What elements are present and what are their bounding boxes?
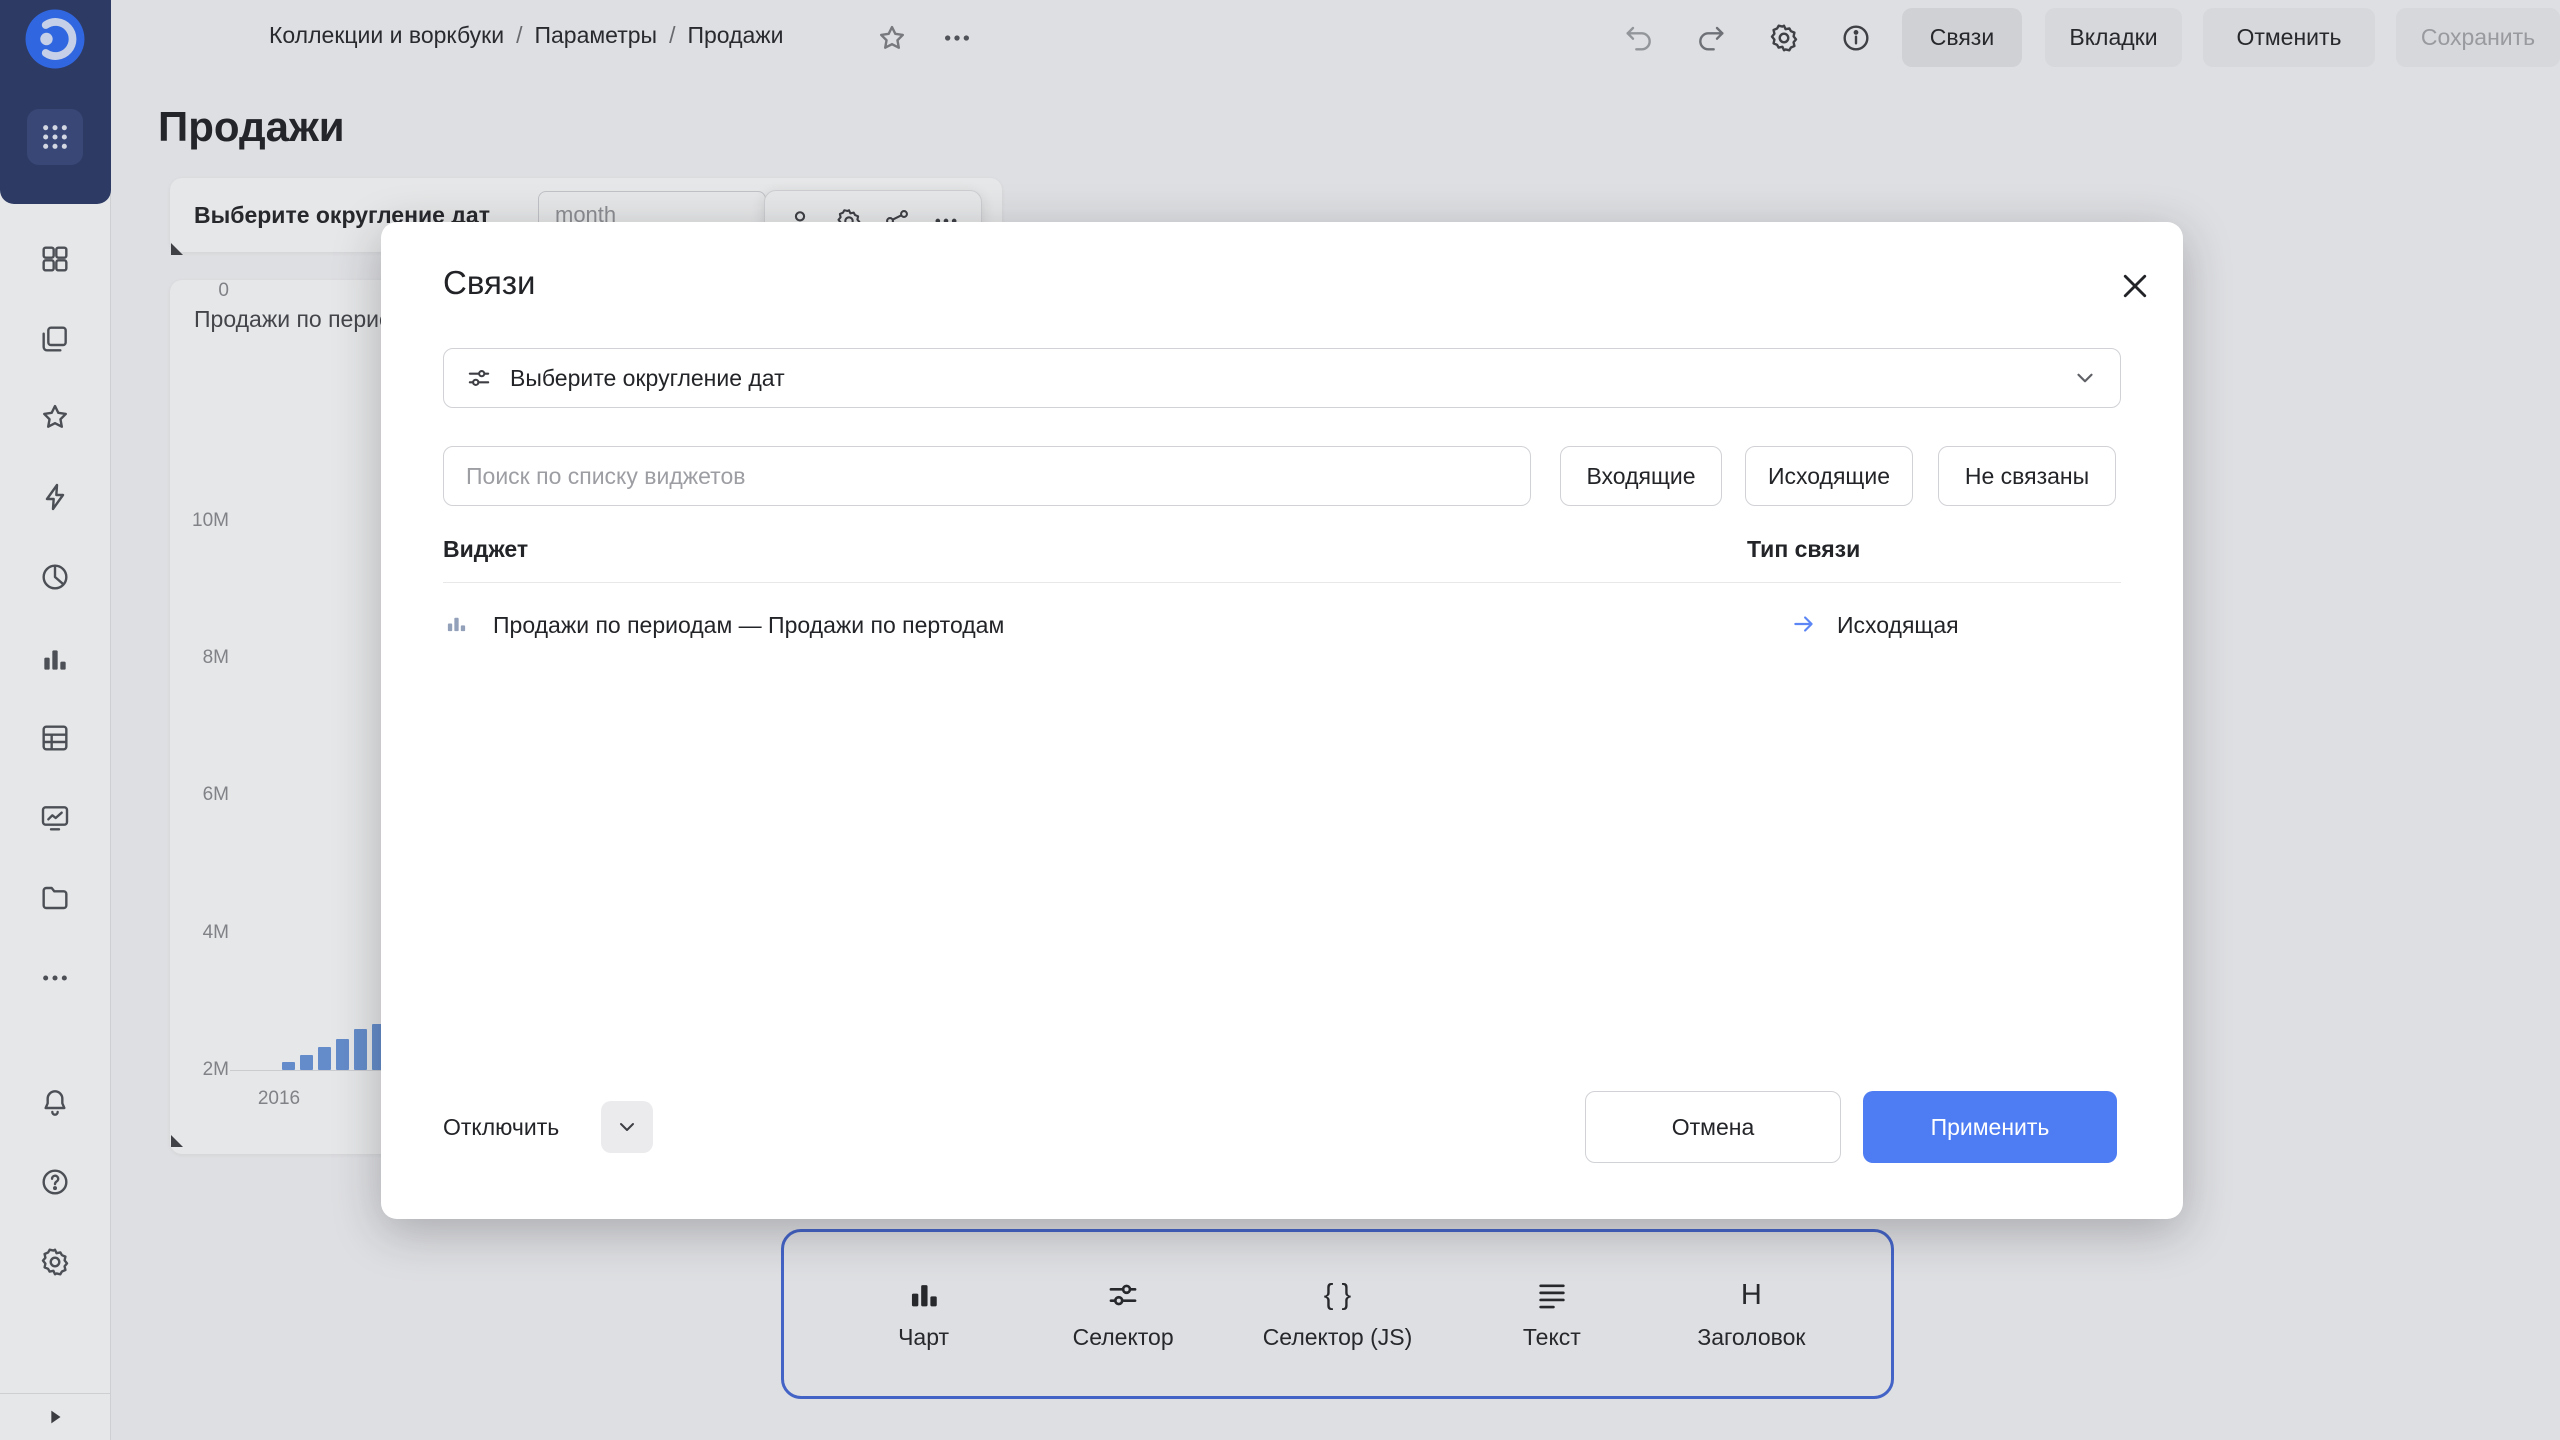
filter-incoming-button[interactable]: Входящие [1560, 446, 1722, 506]
column-header-widget: Виджет [443, 536, 528, 563]
param-selector-dropdown[interactable]: Выберите округление дат [443, 348, 2121, 408]
disconnect-dropdown-button[interactable] [601, 1101, 653, 1153]
widget-name: Продажи по периодам — Продажи по пертода… [493, 612, 1004, 639]
chevron-down-icon [615, 1115, 639, 1139]
chevron-down-icon [2072, 365, 2098, 391]
sliders-icon [466, 365, 492, 391]
close-icon [2117, 268, 2153, 304]
cancel-button[interactable]: Отмена [1585, 1091, 1841, 1163]
filter-outgoing-button[interactable]: Исходящие [1745, 446, 1913, 506]
param-selector-value: Выберите округление дат [510, 365, 785, 392]
relations-dialog: Связи Выберите округление дат Входящие И… [381, 222, 2183, 1219]
widget-search-input[interactable] [443, 446, 1531, 506]
arrow-right-icon [1791, 611, 1817, 637]
table-divider [443, 582, 2121, 583]
dialog-title: Связи [443, 264, 535, 302]
chart-icon [445, 612, 468, 635]
relation-type: Исходящая [1837, 612, 1959, 639]
column-header-relation-type: Тип связи [1747, 536, 1860, 563]
filter-unlinked-button[interactable]: Не связаны [1938, 446, 2116, 506]
close-button[interactable] [2117, 268, 2153, 304]
disconnect-button[interactable]: Отключить [443, 1101, 559, 1153]
apply-button[interactable]: Применить [1863, 1091, 2117, 1163]
